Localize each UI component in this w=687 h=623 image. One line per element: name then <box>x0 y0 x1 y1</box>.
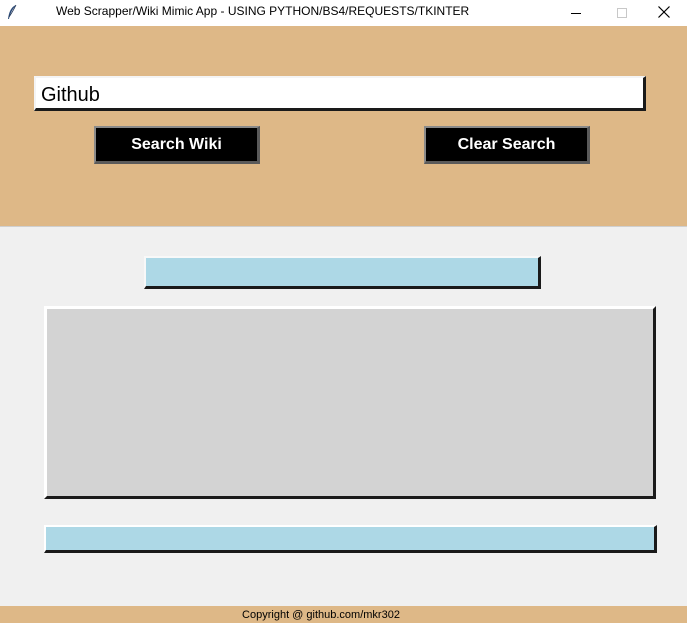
feather-icon <box>6 4 18 20</box>
result-link-label[interactable] <box>44 525 657 553</box>
title-bar: Web Scrapper/Wiki Mimic App - USING PYTH… <box>0 0 687 26</box>
search-wiki-button[interactable]: Search Wiki <box>94 126 260 164</box>
result-content-box[interactable] <box>44 306 656 499</box>
maximize-icon <box>616 4 628 23</box>
window-title: Web Scrapper/Wiki Mimic App - USING PYTH… <box>56 4 470 18</box>
close-button[interactable] <box>641 0 687 26</box>
copyright-text: Copyright @ github.com/mkr302 <box>242 609 400 621</box>
minimize-button[interactable] <box>553 0 599 26</box>
maximize-button[interactable] <box>599 0 645 26</box>
footer-bar: Copyright @ github.com/mkr302 <box>0 606 687 623</box>
search-input[interactable] <box>34 76 646 111</box>
clear-search-button[interactable]: Clear Search <box>424 126 590 164</box>
minimize-icon <box>570 4 582 23</box>
close-icon <box>657 4 671 23</box>
result-title-label <box>144 256 541 289</box>
panel-divider <box>0 226 687 227</box>
